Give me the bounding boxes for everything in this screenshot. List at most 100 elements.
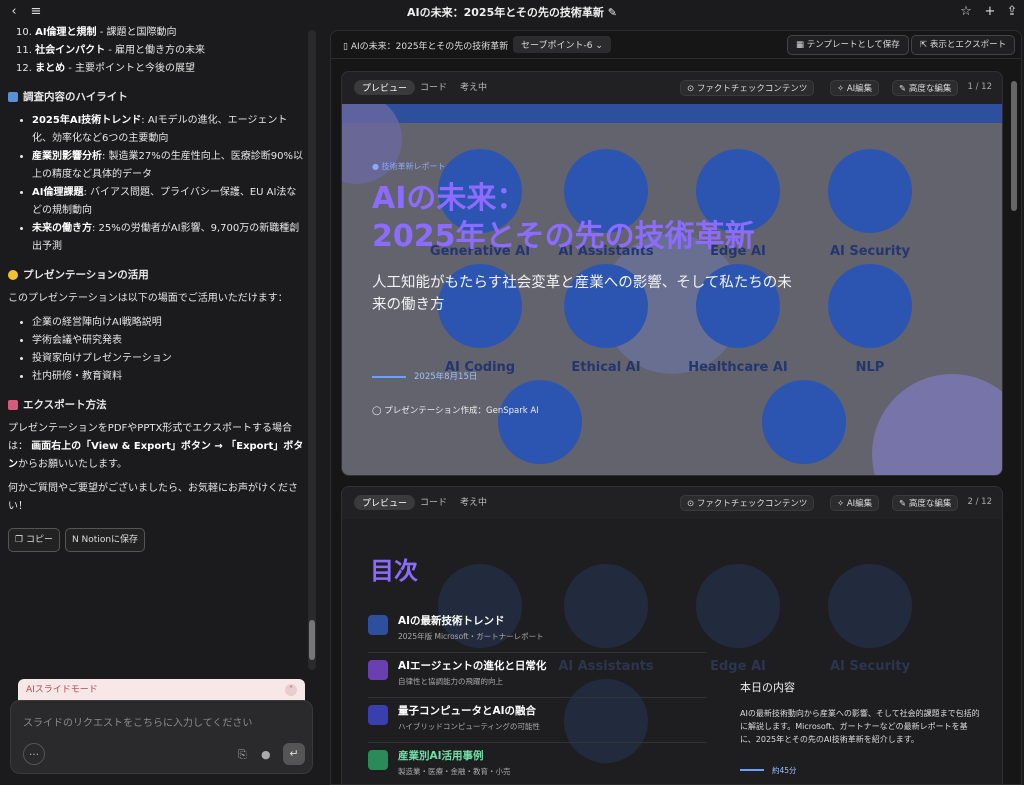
- attach-icon[interactable]: ⎘: [238, 748, 247, 762]
- toc-item: 産業別AI活用事例 製造業・医療・金融・教育・小売: [368, 744, 706, 784]
- tab-code[interactable]: コード: [420, 80, 447, 93]
- tab-thinking[interactable]: 考え中: [460, 80, 487, 93]
- more-options-button[interactable]: …: [23, 743, 45, 765]
- star-icon[interactable]: ☆: [958, 4, 974, 20]
- tab-preview[interactable]: プレビュー: [354, 80, 416, 95]
- document-icon: ▯: [343, 42, 351, 52]
- advanced-edit-button[interactable]: ✎ 高度な編集: [892, 495, 959, 511]
- closing-text: 何かご質問やご要望がございましたら、お気軽にお声がけください！: [8, 483, 298, 512]
- chat-scrollbar[interactable]: [308, 30, 316, 670]
- list-item: 産業別影響分析: 製造業27%の生産性向上、医療診断90%以上の精度など具体的デ…: [32, 148, 306, 184]
- notion-icon: N: [71, 535, 82, 545]
- slides-scrollbar[interactable]: [1010, 61, 1018, 784]
- advanced-edit-button[interactable]: ✎ 高度な編集: [892, 80, 959, 96]
- tab-code[interactable]: コード: [420, 495, 447, 508]
- lightbulb-emoji-icon: [8, 270, 18, 280]
- title-bar: ‹ ≡ AIの未来：2025年とその先の技術革新 ✎ ☆ + ⇪: [0, 0, 1024, 24]
- time-accent-line: [740, 769, 764, 771]
- slide-title: 目次: [370, 557, 418, 585]
- slides-header: ▯ AIの未来：2025年とその先の技術革新 セーブポイント-6 ⌄ ▦ テンプ…: [331, 31, 1021, 59]
- page-indicator: 2 / 12: [967, 497, 993, 507]
- slides-panel: ▯ AIの未来：2025年とその先の技術革新 セーブポイント-6 ⌄ ▦ テンプ…: [330, 30, 1022, 785]
- factcheck-button[interactable]: ⊙ ファクトチェックコンテンツ: [680, 80, 815, 96]
- chat-input[interactable]: スライドのリクエストをこちらに入力してください: [23, 714, 252, 729]
- list-item: 企業の経営陣向けAI戦略説明: [32, 314, 306, 332]
- slide-card-1: プレビュー コード 考え中 ⊙ ファクトチェックコンテンツ ✧ AI編集 ✎ 高…: [341, 71, 1003, 476]
- section-heading-export: エクスポート方法: [8, 396, 306, 414]
- chat-panel: 10. AI倫理と規制 - 課題と国際動向 11. 社会インパクト - 雇用と働…: [0, 24, 318, 785]
- copy-button[interactable]: ❐ コピー: [8, 528, 60, 552]
- factory-icon: [368, 750, 388, 770]
- dot-icon: ●: [372, 162, 382, 171]
- section-heading-usage: プレゼンテーションの活用: [8, 266, 306, 284]
- share-icon[interactable]: ⇪: [1004, 4, 1020, 20]
- list-item: 2025年AI技術トレンド: AIモデルの進化、エージェント化、効率化など6つの…: [32, 112, 306, 148]
- ai-edit-button[interactable]: ✧ AI編集: [830, 80, 880, 96]
- usage-intro: このプレゼンテーションは以下の場面でご活用いただけます：: [8, 293, 288, 304]
- export-icon: ⇱: [920, 40, 930, 50]
- save-template-button[interactable]: ▦ テンプレートとして保存: [787, 35, 909, 55]
- date-accent-line: [372, 376, 406, 378]
- tab-thinking[interactable]: 考え中: [460, 495, 487, 508]
- trend-icon: [368, 615, 388, 635]
- list-item: 11. 社会インパクト - 雇用と働き方の未来: [16, 45, 206, 56]
- view-export-button[interactable]: ⇱ 表示とエクスポート: [911, 35, 1016, 55]
- send-button[interactable]: ↵: [283, 743, 305, 765]
- inbox-emoji-icon: [8, 400, 18, 410]
- today-duration: 約45分: [772, 766, 797, 775]
- chat-message: 10. AI倫理と規制 - 課題と国際動向 11. 社会インパクト - 雇用と働…: [8, 24, 306, 552]
- chevron-down-icon: ⌄: [595, 41, 603, 51]
- slide-badge: ● 技術革新レポート: [372, 162, 446, 171]
- robot-icon: [368, 660, 388, 680]
- list-item: 10. AI倫理と規制 - 課題と国際動向: [16, 27, 177, 38]
- section-heading-highlights: 調査内容のハイライト: [8, 88, 306, 106]
- copy-icon: ❐: [15, 535, 26, 545]
- template-icon: ▦: [796, 40, 807, 50]
- list-item: 社内研修・教育資料: [32, 368, 306, 386]
- page-indicator: 1 / 12: [967, 82, 993, 92]
- chat-input-box[interactable]: スライドのリクエストをこちらに入力してください … ⎘ ● ↵: [10, 700, 313, 774]
- toc-item: 量子コンピュータとAIの融合 ハイブリッドコンピューティングの可能性: [368, 699, 706, 743]
- slide-preview-1[interactable]: Generative AI AI Assistants Edge AI AI S…: [342, 104, 1002, 475]
- chevron-up-icon[interactable]: ˄: [285, 684, 297, 696]
- factcheck-icon: ⊙: [687, 84, 697, 94]
- usage-list: 企業の経営陣向けAI戦略説明 学術会議や研究発表 投資家向けプレゼンテーション …: [32, 314, 306, 386]
- document-title: ▯ AIの未来：2025年とその先の技術革新: [343, 42, 509, 52]
- edit-pencil-icon[interactable]: ✎: [608, 6, 617, 19]
- highlights-list: 2025年AI技術トレンド: AIモデルの進化、エージェント化、効率化など6つの…: [32, 112, 306, 256]
- slide-title: AIの未来： 2025年とその先の技術革新: [372, 181, 755, 254]
- factcheck-button[interactable]: ⊙ ファクトチェックコンテンツ: [680, 495, 815, 511]
- tab-preview[interactable]: プレビュー: [354, 495, 416, 510]
- slide-card-toolbar: プレビュー コード 考え中 ⊙ ファクトチェックコンテンツ ✧ AI編集 ✎ 高…: [342, 487, 1002, 519]
- today-description: AIの最新技術動向から産業への影響、そして社会的課題まで包括的に解説します。Mi…: [740, 709, 980, 744]
- slide-preview-2[interactable]: AI Assistants Edge AI AI Security 目次 AIの…: [342, 519, 1002, 784]
- bg-label: AI Security: [829, 659, 911, 674]
- slide-author: ◯ プレゼンテーション作成：GenSpark AI: [372, 406, 539, 416]
- device-icon: [696, 564, 780, 648]
- toc-item: AIの最新技術トレンド 2025年版 Microsoft・ガートナーレポート: [368, 609, 706, 653]
- security-icon: [828, 564, 912, 648]
- atom-icon: [368, 705, 388, 725]
- plus-icon[interactable]: +: [982, 4, 998, 20]
- slide-card-toolbar: プレビュー コード 考え中 ⊙ ファクトチェックコンテンツ ✧ AI編集 ✎ 高…: [342, 72, 1002, 104]
- pencil-icon: ✎: [899, 499, 909, 509]
- outline-list: 10. AI倫理と規制 - 課題と国際動向 11. 社会インパクト - 雇用と働…: [16, 24, 306, 78]
- save-to-notion-button[interactable]: N Notionに保存: [64, 528, 146, 552]
- slide-content: ● 技術革新レポート AIの未来： 2025年とその先の技術革新 人工知能がもたら…: [342, 104, 1002, 475]
- list-item: 学術会議や研究発表: [32, 332, 306, 350]
- list-item: AI倫理課題: バイアス問題、プライバシー保護、EU AI法などの規制動向: [32, 184, 306, 220]
- list-item: 投資家向けプレゼンテーション: [32, 350, 306, 368]
- sparkle-icon: ✧: [837, 84, 847, 94]
- savepoint-dropdown[interactable]: セーブポイント-6 ⌄: [513, 36, 611, 53]
- window-title: AIの未来：2025年とその先の技術革新 ✎: [407, 6, 617, 19]
- user-icon: ◯: [372, 406, 385, 416]
- chart-emoji-icon: [8, 92, 18, 102]
- microphone-icon[interactable]: ●: [261, 748, 271, 761]
- pencil-icon: ✎: [899, 84, 909, 94]
- list-item: 12. まとめ - 主要ポイントと今後の展望: [16, 63, 196, 74]
- toc-item: AIエージェントの進化と日常化 自律性と協調能力の飛躍的向上: [368, 654, 706, 698]
- list-item: 未来の働き方: 25%の労働者がAI影響、9,700万の新職種創出予測: [32, 220, 306, 256]
- ai-slide-mode-tab[interactable]: AIスライドモード ˄: [18, 679, 305, 701]
- ai-edit-button[interactable]: ✧ AI編集: [830, 495, 880, 511]
- slide-subtitle: 人工知能がもたらす社会変革と産業への影響、そして私たちの未来の働き方: [372, 275, 792, 313]
